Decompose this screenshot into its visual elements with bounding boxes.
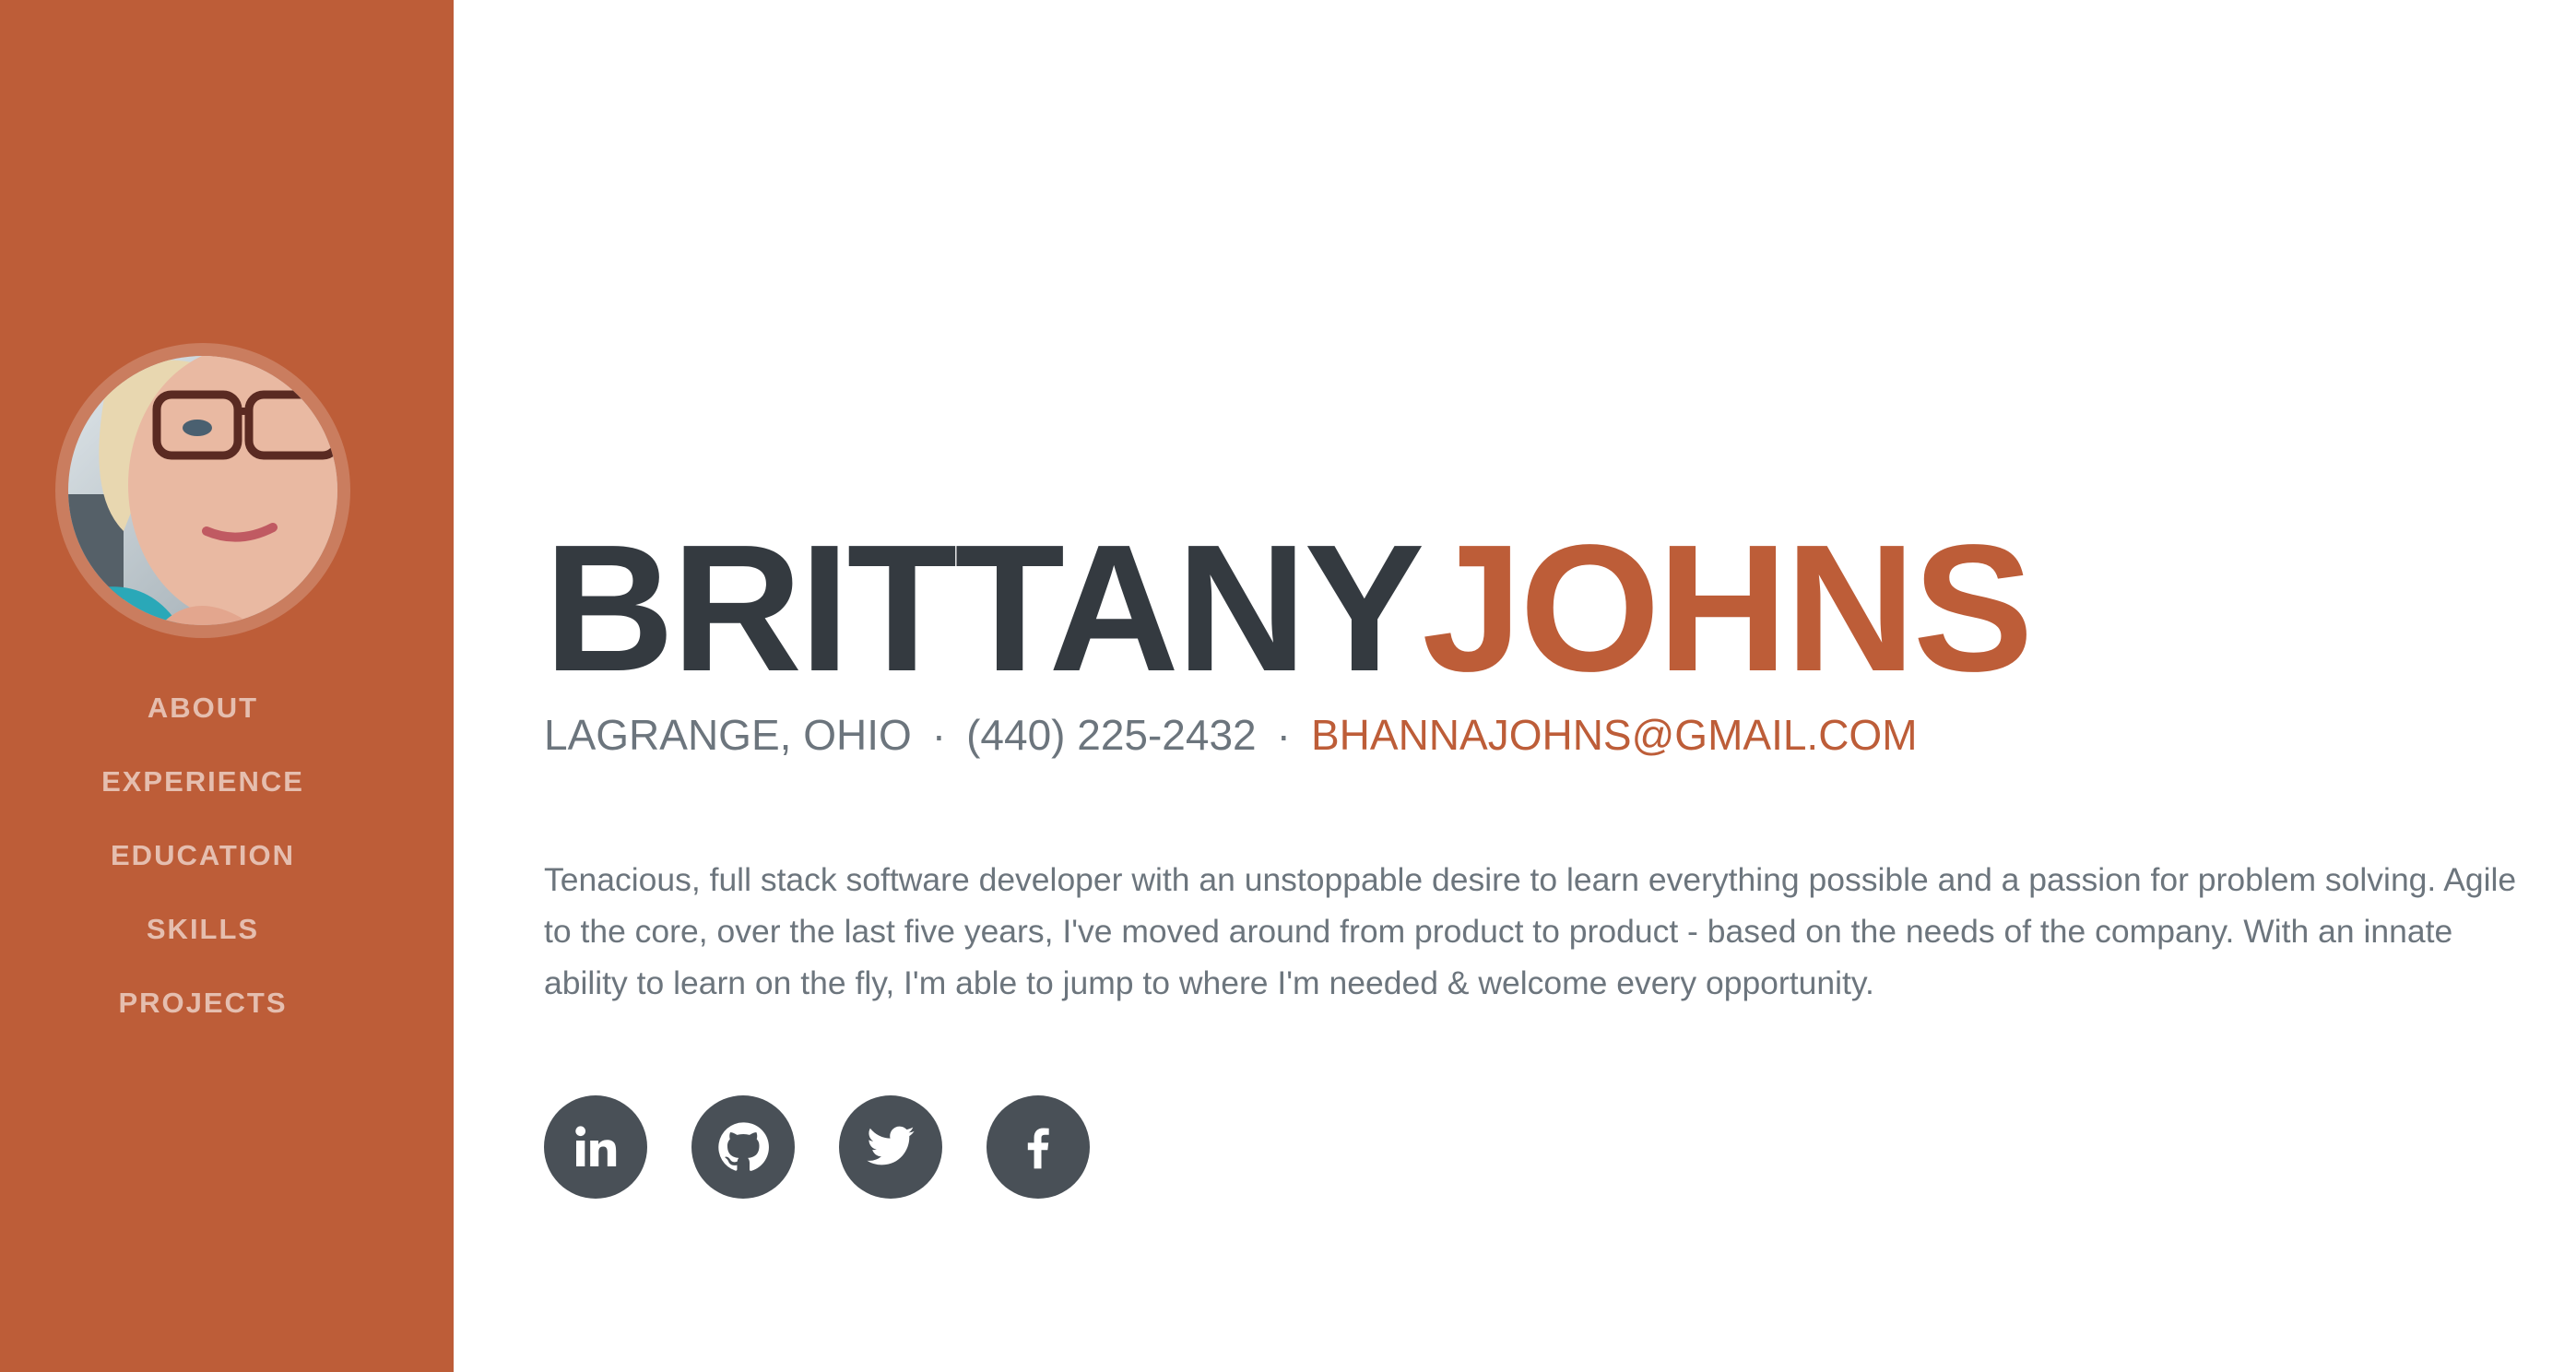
facebook-icon (1027, 1128, 1049, 1169)
last-name: JOHNS (1422, 507, 2033, 709)
profile-photo (68, 356, 337, 625)
nav-link-education[interactable]: Education (111, 839, 295, 871)
nav-item-skills: Skills (0, 904, 406, 977)
nav-item-about: About (0, 682, 406, 756)
separator-dot: · (1276, 711, 1291, 759)
nav-link-about[interactable]: About (148, 692, 258, 724)
nav-link-projects[interactable]: Projects (118, 987, 287, 1019)
sidebar: About Experience Education Skills Projec… (0, 0, 454, 1372)
contact-line: LaGrange, Ohio · (440) 225-2432 · bhannajohn… (544, 703, 1918, 767)
linkedin-icon (575, 1126, 617, 1166)
phone: (440) 225-2432 (966, 711, 1257, 759)
nav-item-projects: Projects (0, 977, 406, 1051)
avatar-ring (55, 343, 350, 638)
nav-item-education: Education (0, 830, 406, 904)
nav-link-experience[interactable]: Experience (101, 765, 304, 798)
sidebar-nav: About Experience Education Skills Projec… (0, 682, 406, 1051)
github-icon (718, 1122, 769, 1171)
github-button[interactable] (691, 1095, 795, 1199)
main-content: BRITTANYJOHNS LaGrange, Ohio · (440) 225-2… (544, 0, 2526, 1372)
location: LaGrange, Ohio (544, 711, 912, 759)
twitter-button[interactable] (839, 1095, 942, 1199)
twitter-icon (867, 1126, 915, 1165)
linkedin-button[interactable] (544, 1095, 647, 1199)
first-name: BRITTANY (544, 507, 1424, 709)
avatar (68, 356, 337, 625)
email-link[interactable]: bhannajohns@gmail.com (1311, 711, 1918, 759)
nav-link-skills[interactable]: Skills (147, 913, 259, 945)
about-text: Tenacious, full stack software developer… (544, 861, 2517, 1001)
separator-dot: · (931, 711, 947, 759)
facebook-button[interactable] (987, 1095, 1090, 1199)
nav-item-experience: Experience (0, 756, 406, 830)
page-title: BRITTANYJOHNS (544, 516, 2034, 701)
